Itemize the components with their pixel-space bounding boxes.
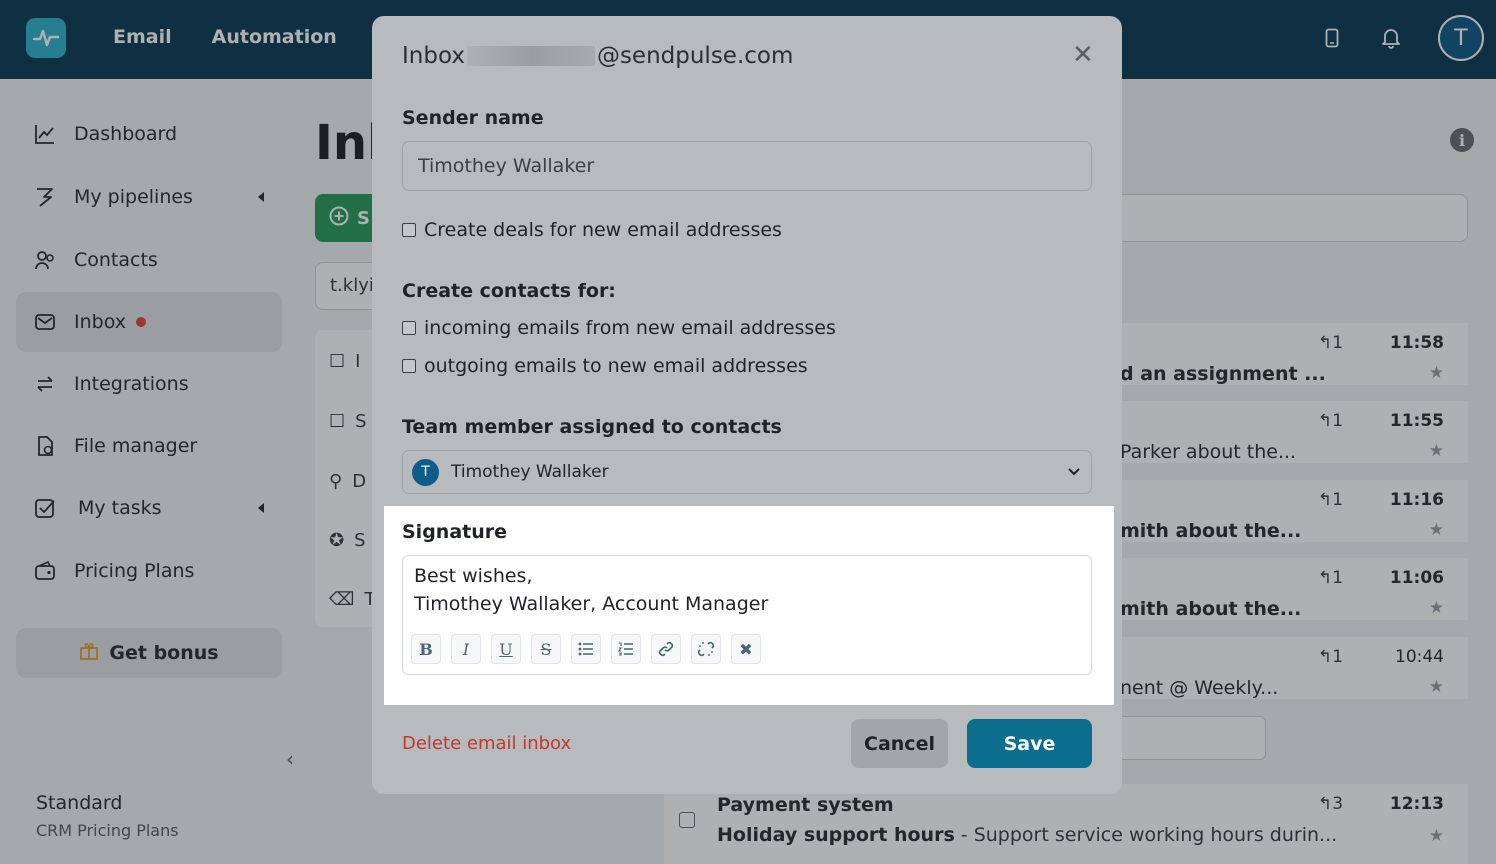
delete-inbox-link[interactable]: Delete email inbox [402, 733, 571, 754]
clear-format-icon[interactable]: ✖ [731, 634, 761, 664]
sender-name-label: Sender name [402, 107, 544, 129]
signature-label: Signature [402, 521, 508, 543]
close-icon[interactable]: ✕ [1072, 40, 1094, 70]
save-button[interactable]: Save [967, 719, 1092, 768]
signature-section: Signature Best wishes, Timothey Wallaker… [384, 506, 1114, 705]
inbox-settings-dialog: Inbox@sendpulse.com ✕ Sender name Create… [372, 16, 1122, 794]
incoming-checkbox-row[interactable]: incoming emails from new email addresses [402, 317, 836, 339]
italic-icon[interactable]: I [451, 634, 481, 664]
create-deals-checkbox[interactable] [402, 223, 416, 237]
redacted-text [466, 46, 595, 66]
bold-icon[interactable]: B [411, 634, 441, 664]
avatar: T [412, 458, 439, 486]
numbered-list-icon[interactable] [611, 634, 641, 664]
create-deals-checkbox-row[interactable]: Create deals for new email addresses [402, 219, 782, 241]
create-contacts-label: Create contacts for: [402, 280, 616, 302]
signature-editor[interactable]: Best wishes, Timothey Wallaker, Account … [402, 555, 1092, 675]
cancel-button[interactable]: Cancel [851, 719, 948, 768]
link-icon[interactable] [651, 634, 681, 664]
unlink-icon[interactable] [691, 634, 721, 664]
outgoing-checkbox-row[interactable]: outgoing emails to new email addresses [402, 355, 808, 377]
underline-icon[interactable]: U [491, 634, 521, 664]
sender-name-input[interactable] [402, 141, 1092, 191]
editor-toolbar: B I U S ✖ [411, 634, 761, 664]
incoming-checkbox[interactable] [402, 321, 416, 335]
dialog-title: Inbox @sendpulse.com [402, 43, 794, 69]
chevron-down-icon [1067, 463, 1081, 483]
team-member-label: Team member assigned to contacts [402, 416, 782, 438]
team-member-select[interactable]: T Timothey Wallaker [402, 450, 1092, 494]
bulleted-list-icon[interactable] [571, 634, 601, 664]
outgoing-checkbox[interactable] [402, 359, 416, 373]
strikethrough-icon[interactable]: S [531, 634, 561, 664]
